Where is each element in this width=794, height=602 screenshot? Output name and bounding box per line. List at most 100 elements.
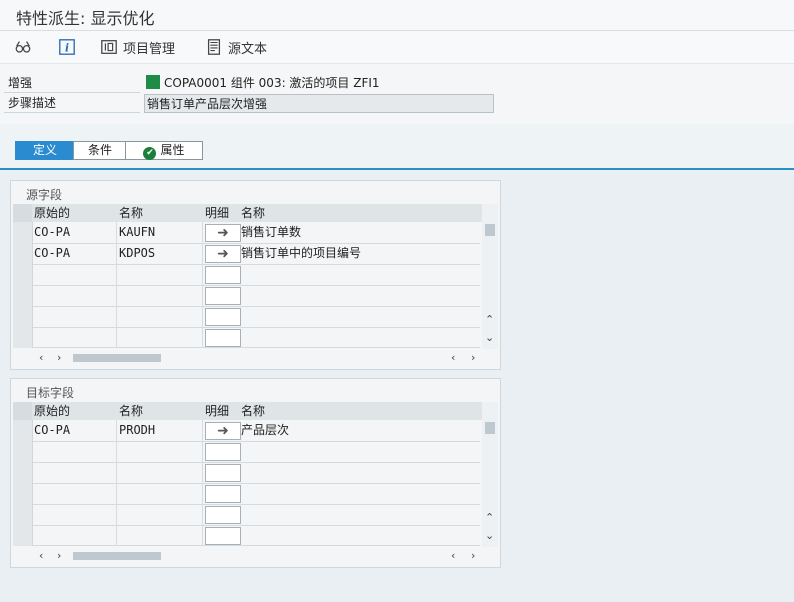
- display-button[interactable]: [14, 37, 32, 57]
- row-selector[interactable]: [13, 306, 33, 327]
- row-selector[interactable]: [13, 483, 33, 504]
- origin-cell: [32, 525, 117, 546]
- detail-button-empty[interactable]: [205, 329, 241, 347]
- step-description-field[interactable]: 销售订单产品层次增强: [144, 94, 494, 113]
- select-all-cell[interactable]: [13, 204, 32, 222]
- scroll-right-icon[interactable]: ›: [471, 550, 475, 562]
- table-row-empty[interactable]: [13, 483, 480, 505]
- detail-arrow-button[interactable]: ➜: [205, 224, 241, 242]
- row-selector[interactable]: [13, 327, 33, 348]
- table-row[interactable]: CO-PA KDPOS ➜ 销售订单中的项目编号: [13, 243, 480, 265]
- table-row[interactable]: CO-PA PRODH ➜ 产品层次: [13, 420, 480, 442]
- detail-button-empty[interactable]: [205, 287, 241, 305]
- origin-cell: [32, 306, 117, 327]
- row-selector[interactable]: [13, 420, 33, 441]
- scroll-right-icon[interactable]: ›: [57, 352, 61, 364]
- scroll-up-icon[interactable]: ⌃: [485, 512, 494, 524]
- column-header-origin[interactable]: 原始的: [32, 204, 117, 222]
- row-selector[interactable]: [13, 462, 33, 483]
- scroll-up-icon[interactable]: ⌃: [485, 314, 494, 326]
- name-cell: [117, 525, 203, 546]
- scroll-left-icon[interactable]: ‹: [39, 550, 43, 562]
- name-cell: [117, 264, 203, 285]
- table-row-empty[interactable]: [13, 306, 480, 328]
- detail-button-empty[interactable]: [205, 308, 241, 326]
- origin-cell: CO-PA: [32, 222, 117, 243]
- vertical-scroll-thumb[interactable]: [485, 422, 495, 434]
- row-selector[interactable]: [13, 243, 33, 264]
- document-icon: [207, 39, 221, 55]
- detail-arrow-button[interactable]: ➜: [205, 422, 241, 440]
- name-cell: [117, 441, 203, 462]
- scroll-down-icon[interactable]: ⌄: [485, 332, 494, 344]
- table-row-empty[interactable]: [13, 462, 480, 484]
- source-text-label: 源文本: [228, 41, 268, 57]
- table-row-empty[interactable]: [13, 264, 480, 286]
- row-selector[interactable]: [13, 264, 33, 285]
- vertical-scroll-thumb[interactable]: [485, 224, 495, 236]
- checkmark-icon: ✔: [143, 147, 157, 160]
- info-button[interactable]: i: [58, 37, 76, 57]
- name-cell: [117, 462, 203, 483]
- table-row-empty[interactable]: [13, 285, 480, 307]
- source-fields-group: 源字段 原始的 名称 明细 名称 CO-PA KAUFN ➜ 销售订单数 CO-…: [10, 180, 501, 370]
- detail-button-empty[interactable]: [205, 506, 241, 524]
- column-header-name[interactable]: 名称: [117, 402, 203, 420]
- horizontal-scrollbar[interactable]: ‹ › ‹ ›: [13, 349, 498, 367]
- vertical-scrollbar[interactable]: ⌃ ⌄: [482, 204, 498, 349]
- column-header-description[interactable]: 名称: [239, 402, 482, 420]
- horizontal-scroll-thumb[interactable]: [73, 552, 161, 560]
- row-selector[interactable]: [13, 222, 33, 243]
- table-row-empty[interactable]: [13, 504, 480, 526]
- source-fields-table: 原始的 名称 明细 名称 CO-PA KAUFN ➜ 销售订单数 CO-PA K…: [13, 204, 498, 349]
- select-all-cell[interactable]: [13, 402, 32, 420]
- target-fields-group: 目标字段 原始的 名称 明细 名称 CO-PA PRODH ➜ 产品层次 ⌃ ⌄…: [10, 378, 501, 568]
- name-cell: [117, 504, 203, 525]
- tab-definition[interactable]: 定义: [15, 141, 75, 160]
- scroll-left-icon[interactable]: ‹: [39, 352, 43, 364]
- project-management-button[interactable]: 项目管理: [100, 37, 175, 57]
- detail-button-empty[interactable]: [205, 266, 241, 284]
- detail-button-empty[interactable]: [205, 443, 241, 461]
- tab-attributes[interactable]: ✔ 属性: [125, 141, 203, 160]
- source-text-button[interactable]: 源文本: [205, 37, 267, 57]
- name-cell: [117, 306, 203, 327]
- info-icon: i: [59, 39, 75, 55]
- scroll-left-icon[interactable]: ‹: [451, 352, 455, 364]
- row-selector[interactable]: [13, 525, 33, 546]
- scroll-right-icon[interactable]: ›: [57, 550, 61, 562]
- scroll-down-icon[interactable]: ⌄: [485, 530, 494, 542]
- tab-conditions[interactable]: 条件: [73, 141, 127, 160]
- vertical-scrollbar[interactable]: ⌃ ⌄: [482, 402, 498, 547]
- horizontal-scroll-thumb[interactable]: [73, 354, 161, 362]
- row-selector[interactable]: [13, 504, 33, 525]
- table-row-empty[interactable]: [13, 327, 480, 348]
- origin-cell: [32, 327, 117, 348]
- enhancement-row: 增强 COPA0001 组件 003: 激活的项目 ZFI1: [4, 74, 491, 93]
- row-selector[interactable]: [13, 285, 33, 306]
- column-header-origin[interactable]: 原始的: [32, 402, 117, 420]
- origin-cell: [32, 462, 117, 483]
- detail-arrow-button[interactable]: ➜: [205, 245, 241, 263]
- name-cell: [117, 483, 203, 504]
- origin-cell: [32, 504, 117, 525]
- column-header-description[interactable]: 名称: [239, 204, 482, 222]
- detail-button-empty[interactable]: [205, 485, 241, 503]
- table-header: 原始的 名称 明细 名称: [13, 204, 498, 222]
- project-icon: [101, 40, 117, 54]
- row-selector[interactable]: [13, 441, 33, 462]
- detail-button-empty[interactable]: [205, 464, 241, 482]
- scroll-left-icon[interactable]: ‹: [451, 550, 455, 562]
- table-row-empty[interactable]: [13, 441, 480, 463]
- enhancement-text: COPA0001 组件 003: 激活的项目 ZFI1: [164, 76, 380, 90]
- horizontal-scrollbar[interactable]: ‹ › ‹ ›: [13, 547, 498, 565]
- table-row-empty[interactable]: [13, 525, 480, 546]
- column-header-detail[interactable]: 明细: [203, 402, 239, 420]
- column-header-name[interactable]: 名称: [117, 204, 203, 222]
- origin-cell: [32, 483, 117, 504]
- detail-button-empty[interactable]: [205, 527, 241, 545]
- table-row[interactable]: CO-PA KAUFN ➜ 销售订单数: [13, 222, 480, 244]
- scroll-right-icon[interactable]: ›: [471, 352, 475, 364]
- column-header-detail[interactable]: 明细: [203, 204, 239, 222]
- project-management-label: 项目管理: [123, 41, 176, 57]
